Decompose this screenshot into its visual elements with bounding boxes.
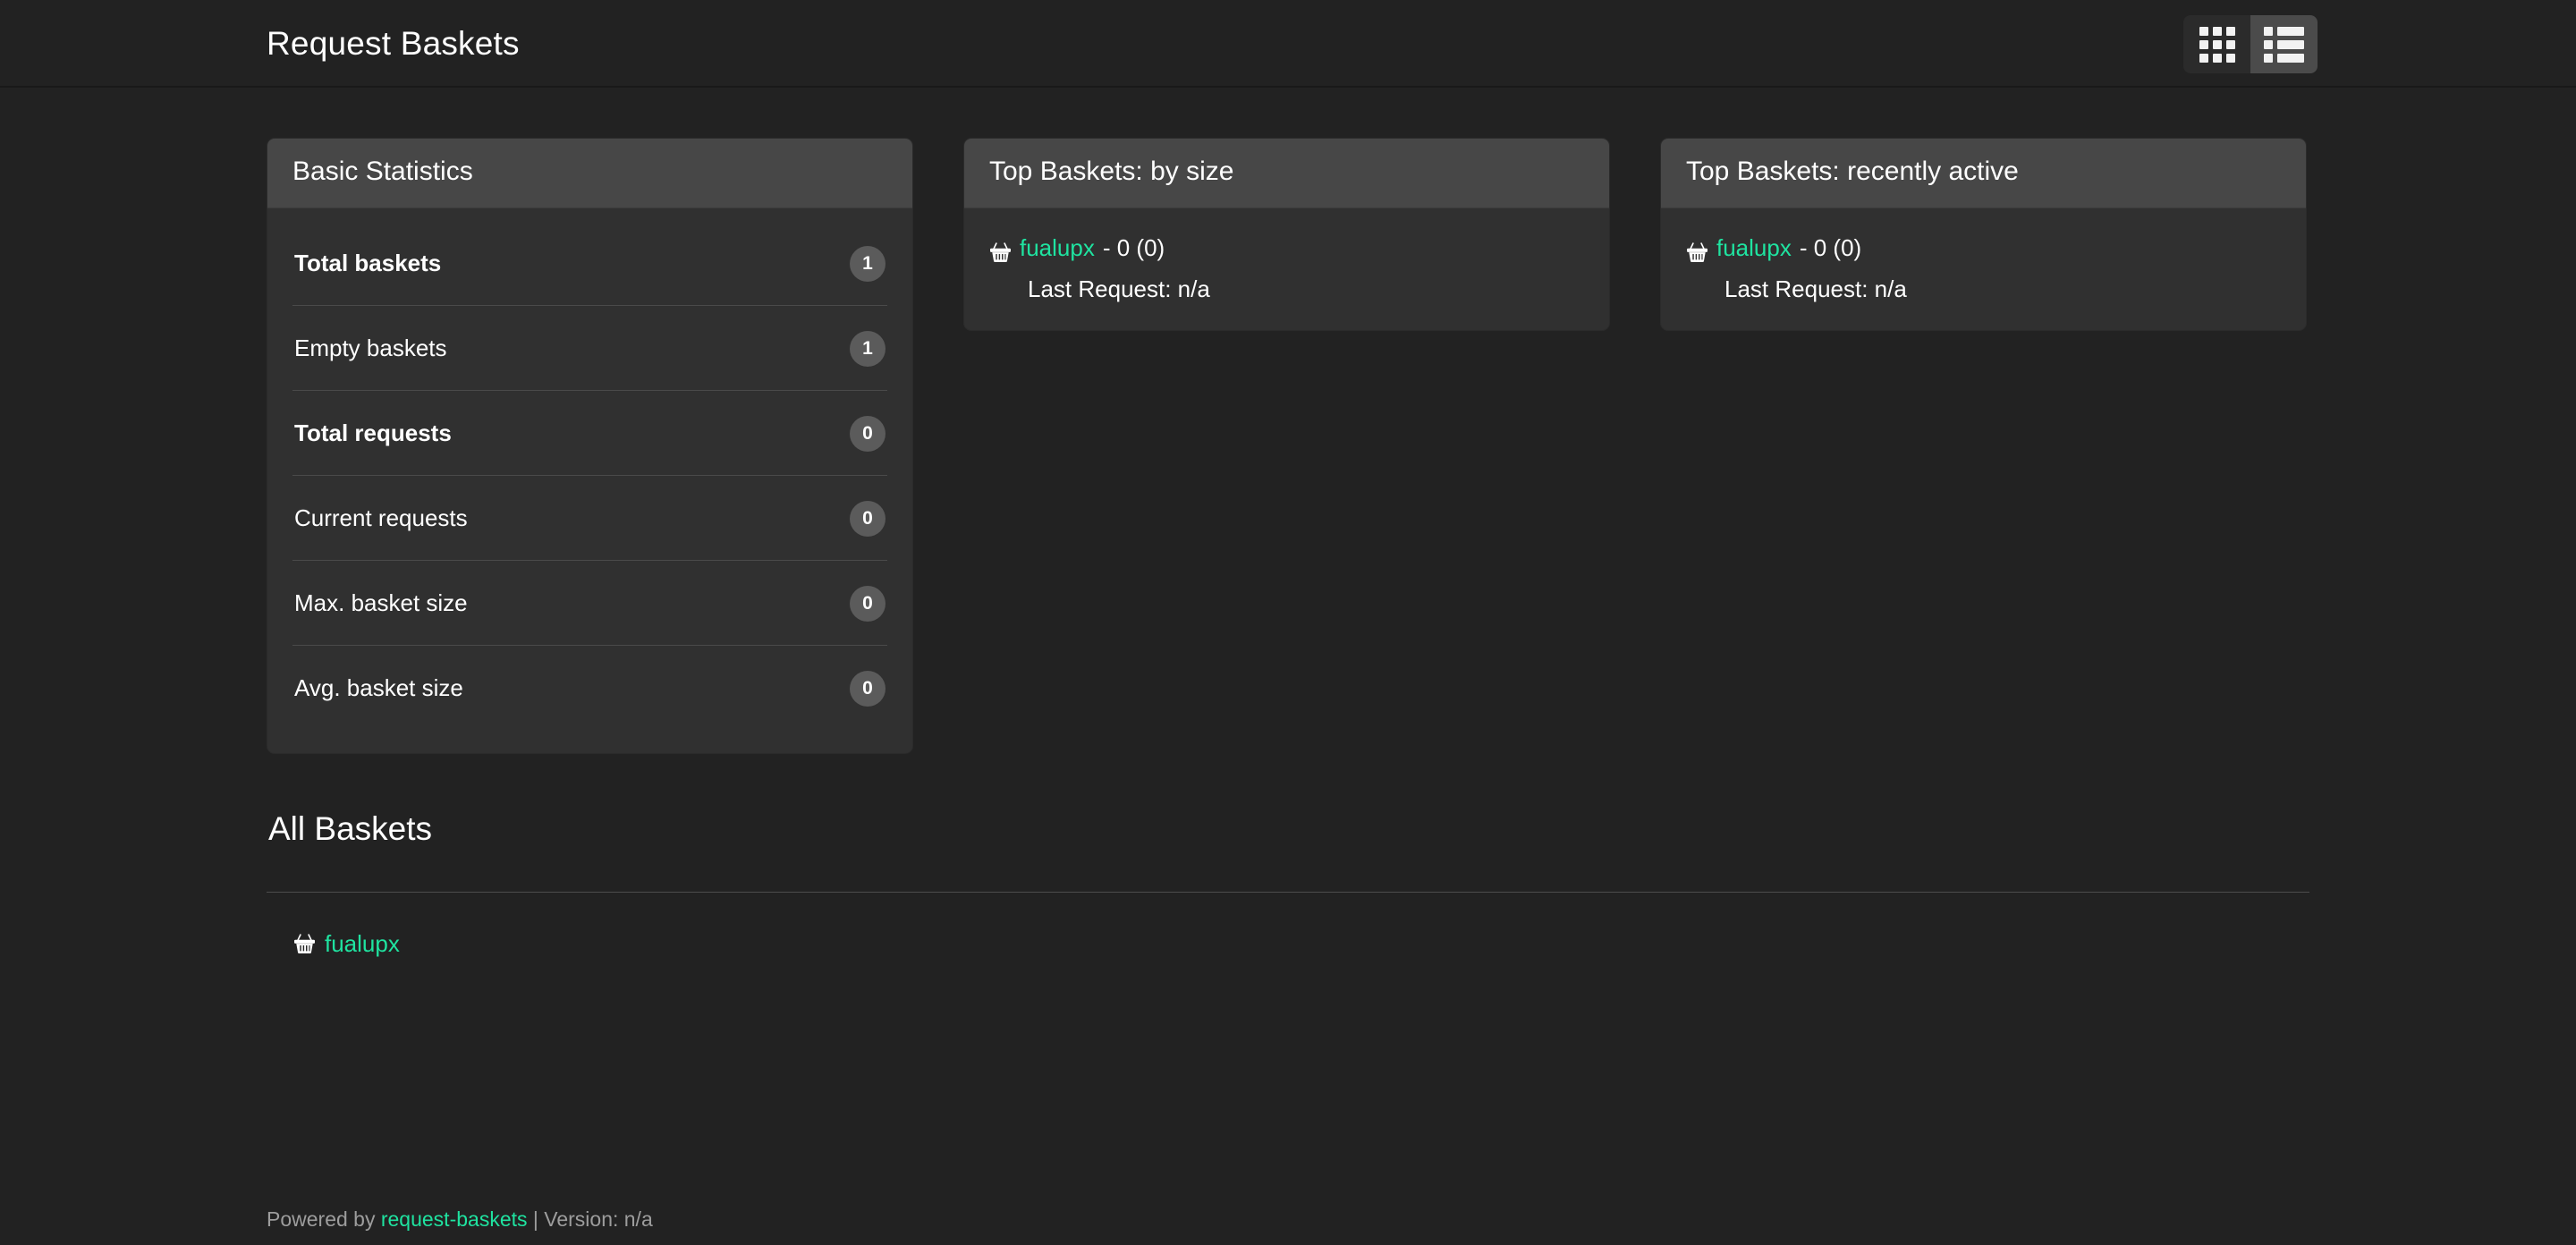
grid-view-icon	[2199, 27, 2235, 63]
panel-header: Basic Statistics	[267, 139, 912, 208]
all-basket-row: fualupx	[293, 930, 2309, 958]
panel-top-baskets-by-size: Top Baskets: by size	[963, 138, 1610, 331]
basket-last-request: Last Request: n/a	[1686, 271, 2281, 307]
stat-badge: 0	[850, 416, 886, 452]
panel-body: fualupx - 0 (0) Last Request: n/a	[964, 208, 1609, 331]
basket-stats: - 0 (0)	[1103, 230, 1165, 266]
list-item: fualupx	[293, 930, 2309, 958]
app-header: Request Baskets	[0, 0, 2576, 88]
basket-line: fualupx - 0 (0)	[1686, 230, 2281, 266]
stat-label: Empty baskets	[294, 335, 447, 362]
dashboard-panels: Basic Statistics Total baskets 1 Empty b…	[267, 88, 2309, 754]
stat-label: Max. basket size	[294, 589, 468, 617]
section-title-all-baskets: All Baskets	[268, 810, 2309, 848]
list-view-button[interactable]	[2250, 15, 2318, 73]
footer-project-link[interactable]: request-baskets	[381, 1207, 528, 1231]
stat-row-empty-baskets: Empty baskets 1	[292, 305, 887, 390]
panel-title-top-by-size: Top Baskets: by size	[989, 157, 1584, 188]
panel-header: Top Baskets: by size	[964, 139, 1609, 208]
stat-row-total-requests: Total requests 0	[292, 390, 887, 475]
panel-top-baskets-recently-active: Top Baskets: recently active	[1660, 138, 2307, 331]
panel-header: Top Baskets: recently active	[1661, 139, 2306, 208]
statistics-list: Total baskets 1 Empty baskets 1 Total re…	[292, 230, 887, 730]
basket-link[interactable]: fualupx	[1716, 230, 1792, 266]
panel-basic-statistics: Basic Statistics Total baskets 1 Empty b…	[267, 138, 913, 754]
stat-row-avg-basket-size: Avg. basket size 0	[292, 645, 887, 730]
view-toggle-group[interactable]	[2183, 15, 2318, 73]
stat-row-max-basket-size: Max. basket size 0	[292, 560, 887, 645]
stat-badge: 0	[850, 586, 886, 622]
stat-label: Total requests	[294, 419, 452, 447]
stat-badge: 1	[850, 246, 886, 282]
stat-label: Avg. basket size	[294, 674, 463, 702]
stat-badge: 0	[850, 671, 886, 707]
basket-link[interactable]: fualupx	[325, 930, 400, 958]
stat-row-total-baskets: Total baskets 1	[292, 230, 887, 305]
grid-view-button[interactable]	[2183, 15, 2250, 73]
panel-body: fualupx - 0 (0) Last Request: n/a	[1661, 208, 2306, 331]
stat-label: Current requests	[294, 504, 468, 532]
basket-stats: - 0 (0)	[1800, 230, 1861, 266]
footer-powered-by-text: Powered by	[267, 1207, 375, 1231]
top-basket-entry: fualupx - 0 (0) Last Request: n/a	[989, 230, 1584, 308]
basket-icon	[989, 237, 1012, 258]
top-basket-entry: fualupx - 0 (0) Last Request: n/a	[1686, 230, 2281, 308]
main-container: Basic Statistics Total baskets 1 Empty b…	[0, 88, 2576, 958]
basket-icon	[1686, 237, 1708, 258]
panel-body: Total baskets 1 Empty baskets 1 Total re…	[267, 208, 912, 753]
stat-row-current-requests: Current requests 0	[292, 475, 887, 560]
basket-icon	[293, 934, 316, 954]
panel-title-top-recently-active: Top Baskets: recently active	[1686, 157, 2281, 188]
footer: Powered by request-baskets | Version: n/…	[267, 1207, 653, 1232]
footer-separator: |	[533, 1207, 538, 1231]
basket-link[interactable]: fualupx	[1020, 230, 1095, 266]
stat-badge: 1	[850, 331, 886, 367]
section-divider	[267, 892, 2309, 893]
list-view-icon	[2264, 27, 2304, 63]
stat-badge: 0	[850, 501, 886, 537]
all-baskets-list: fualupx	[267, 930, 2309, 958]
basket-line: fualupx - 0 (0)	[989, 230, 1584, 266]
panel-title-basic-statistics: Basic Statistics	[292, 157, 887, 188]
stat-label: Total baskets	[294, 250, 441, 277]
page-title: Request Baskets	[267, 27, 520, 60]
basket-last-request: Last Request: n/a	[989, 271, 1584, 307]
footer-version: Version: n/a	[544, 1207, 652, 1231]
